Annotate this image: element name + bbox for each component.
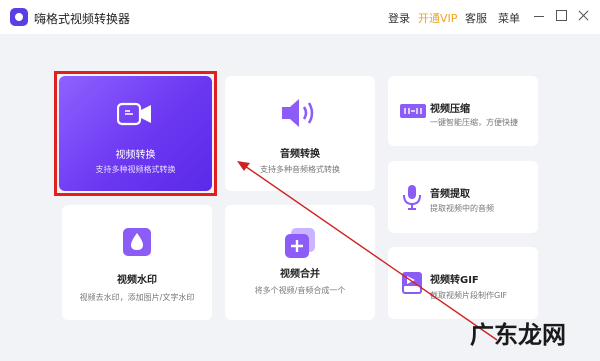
merge-plus-icon [285, 228, 315, 258]
speaker-icon [282, 99, 314, 127]
video-watermark-desc: 视频去水印，添加图片/文字水印 [79, 293, 195, 302]
video-compress-desc: 一键智能压缩，方便快捷 [430, 118, 518, 127]
app-title: 嗨格式视频转换器 [34, 12, 131, 26]
video-to-gif-card[interactable]: 视频转GIF 截取视频片段制作GIF [388, 247, 538, 319]
vip-link[interactable]: 开通VIP [418, 10, 457, 26]
video-watermark-title: 视频水印 [117, 275, 157, 286]
audio-convert-title: 音频转换 [280, 149, 320, 160]
audio-extract-card[interactable]: 音频提取 提取视频中的音频 [388, 161, 538, 233]
audio-convert-desc: 支持多种音频格式转换 [260, 165, 340, 174]
video-merge-title: 视频合并 [280, 269, 320, 280]
video-merge-card[interactable]: 视频合并 将多个视频/音频合成一个 [225, 205, 375, 320]
audio-extract-desc: 提取视频中的音频 [430, 204, 494, 213]
watermark-text: 广东龙网 [470, 320, 566, 349]
menu-link[interactable]: 菜单 [498, 10, 520, 26]
minimize-icon[interactable] [532, 8, 546, 22]
video-compress-title: 视频压缩 [430, 104, 470, 115]
close-icon[interactable] [576, 8, 590, 22]
compress-icon [400, 104, 426, 118]
maximize-icon[interactable] [554, 8, 568, 22]
video-to-gif-desc: 截取视频片段制作GIF [430, 291, 508, 300]
video-watermark-card[interactable]: 视频水印 视频去水印，添加图片/文字水印 [62, 205, 212, 320]
selection-highlight [54, 71, 217, 196]
audio-convert-card[interactable]: 音频转换 支持多种音频格式转换 [225, 76, 375, 191]
video-merge-desc: 将多个视频/音频合成一个 [254, 286, 346, 295]
customer-service-link[interactable]: 客服 [465, 10, 487, 26]
app-logo-icon [10, 8, 28, 26]
title-bar: 嗨格式视频转换器 登录 开通VIP 客服 菜单 [0, 0, 600, 34]
audio-extract-title: 音频提取 [430, 189, 470, 200]
video-to-gif-title: 视频转GIF [430, 275, 479, 286]
watermark-drop-icon [123, 228, 151, 256]
video-compress-card[interactable]: 视频压缩 一键智能压缩，方便快捷 [388, 76, 538, 146]
gif-icon [402, 272, 422, 294]
login-link[interactable]: 登录 [388, 10, 410, 26]
microphone-icon [403, 185, 421, 210]
